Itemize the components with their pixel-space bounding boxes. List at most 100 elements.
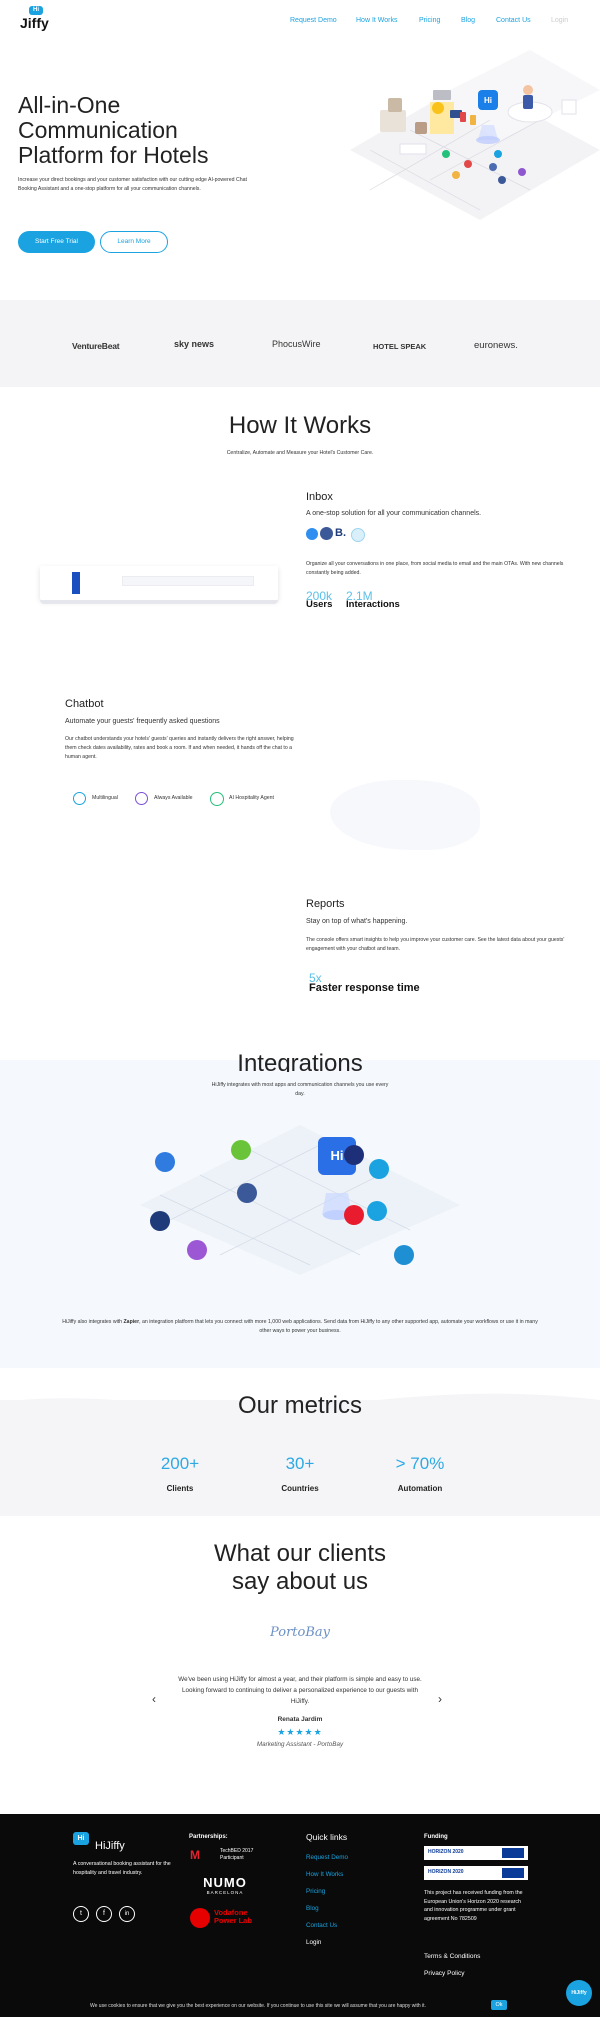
nav-pricing[interactable]: Pricing bbox=[419, 17, 440, 24]
integrations-illustration bbox=[140, 1125, 460, 1275]
chatbot-subtitle: Automate your guests' frequently asked q… bbox=[65, 718, 220, 725]
hero-illustration bbox=[350, 50, 600, 220]
app-sidebar bbox=[72, 572, 80, 594]
eu-flag-icon bbox=[502, 1848, 524, 1858]
linkedin-icon[interactable]: in bbox=[119, 1906, 135, 1922]
chat-icon bbox=[351, 528, 365, 542]
logo-badge: Hi bbox=[29, 6, 43, 15]
partner-numo-name: NUMO bbox=[203, 1875, 247, 1890]
partner-techbed: TechBED 2017 Participant bbox=[220, 1848, 253, 1862]
laptop-base bbox=[40, 600, 278, 604]
metric-clients-value: 200+ bbox=[160, 1454, 200, 1473]
integrations-title: Integrations bbox=[237, 1050, 363, 1072]
metric-countries-value: 30+ bbox=[285, 1454, 315, 1473]
funding-title: Funding bbox=[424, 1834, 448, 1840]
testimonials-title-line2: say about us bbox=[231, 1568, 369, 1595]
clock-icon bbox=[135, 792, 148, 805]
inbox-title: Inbox bbox=[306, 491, 333, 503]
client-logo-portobay: PortoBay bbox=[270, 1625, 330, 1640]
nav-request-demo[interactable]: Request Demo bbox=[290, 17, 337, 24]
footer-tagline: A conversational booking assistant for t… bbox=[73, 1861, 171, 1876]
footer-brand-badge: Hi bbox=[73, 1832, 89, 1845]
booking-icon: B. bbox=[335, 527, 346, 539]
how-it-works-title: How It Works bbox=[228, 412, 372, 439]
metric-countries-label: Countries bbox=[281, 1484, 319, 1493]
marriott-logo-icon: M bbox=[190, 1848, 200, 1862]
integrations-hi-badge: Hi bbox=[330, 1148, 344, 1163]
zapier-text-post: , an integration platform that lets you … bbox=[139, 1319, 538, 1334]
inbox-subtitle: A one-stop solution for all your communi… bbox=[306, 510, 482, 517]
hero-description: Increase your direct bookings and your c… bbox=[18, 177, 247, 192]
partner-numo: NUMO BARCELONA bbox=[200, 1875, 250, 1895]
start-free-trial-button[interactable]: Start Free Trial bbox=[18, 231, 95, 253]
footer-link-how-it-works[interactable]: How It Works bbox=[306, 1871, 343, 1878]
footer-link-blog[interactable]: Blog bbox=[306, 1905, 319, 1912]
metric-automation-label: Automation bbox=[397, 1484, 443, 1493]
footer-link-pricing[interactable]: Pricing bbox=[306, 1888, 325, 1895]
metrics-title: Our metrics bbox=[237, 1392, 362, 1419]
funding-logo-2: HORIZON 2020 bbox=[424, 1866, 528, 1880]
nav-how-it-works[interactable]: How It Works bbox=[356, 17, 398, 24]
feature-always-available-label: Always Available bbox=[154, 795, 193, 801]
partner-vodafone-line2: Power Lab bbox=[214, 1916, 252, 1925]
eu-flag-icon-2 bbox=[502, 1868, 524, 1878]
vodafone-logo-icon bbox=[190, 1908, 210, 1928]
chatbot-body: Our chatbot understands your hotels' gue… bbox=[65, 736, 294, 760]
privacy-link[interactable]: Privacy Policy bbox=[424, 1970, 464, 1977]
partner-vodafone: Vodafone Power Lab bbox=[214, 1909, 252, 1925]
testimonials-title: What our clients say about us bbox=[0, 1540, 600, 1596]
chatbot-title: Chatbot bbox=[65, 698, 104, 710]
partner-techbed-line2: Participant bbox=[220, 1855, 244, 1861]
cookie-ok-button[interactable]: Ok bbox=[491, 2000, 507, 2010]
terms-link[interactable]: Terms & Conditions bbox=[424, 1953, 480, 1960]
hero-title-line2: Communication bbox=[18, 117, 178, 143]
partnerships-title: Partnerships: bbox=[189, 1834, 228, 1840]
press-logo-venturebeat: VentureBeat bbox=[72, 341, 120, 351]
reports-title: Reports bbox=[306, 898, 345, 910]
chat-widget-button[interactable]: HiJiffy bbox=[566, 1980, 592, 2006]
nav-login[interactable]: Login bbox=[551, 17, 568, 24]
quick-links-title: Quick links bbox=[306, 1832, 348, 1842]
inbox-stat-interactions-label: Interactions bbox=[346, 599, 400, 610]
hero-hi-badge: Hi bbox=[484, 96, 492, 105]
nav-blog[interactable]: Blog bbox=[461, 17, 475, 24]
press-logo-phocuswire: PhocusWire bbox=[272, 339, 321, 349]
feature-multilingual-label: Multilingual bbox=[92, 795, 118, 801]
funding-logo-1-text: HORIZON 2020 bbox=[428, 1849, 464, 1855]
channel-icons: B. bbox=[306, 527, 366, 542]
facebook-footer-icon[interactable]: f bbox=[96, 1906, 112, 1922]
testimonial-role: Marketing Assistant - PortoBay bbox=[256, 1741, 344, 1748]
twitter-icon[interactable]: t bbox=[73, 1906, 89, 1922]
cookie-text: We use cookies to ensure that we give yo… bbox=[90, 2003, 426, 2009]
zapier-text: HiJiffy also integrates with Zapier, an … bbox=[60, 1318, 540, 1336]
messenger-icon bbox=[306, 528, 318, 540]
press-logo-hotel-speak: HOTEL SPEAK bbox=[373, 342, 427, 351]
chatbot-decor-shape bbox=[330, 780, 480, 850]
footer-link-request-demo[interactable]: Request Demo bbox=[306, 1854, 348, 1861]
testimonials-title-line1: What our clients bbox=[213, 1540, 387, 1567]
ai-agent-icon bbox=[210, 792, 224, 806]
footer-link-login[interactable]: Login bbox=[306, 1939, 321, 1946]
globe-icon bbox=[73, 792, 86, 805]
partner-techbed-line1: TechBED 2017 bbox=[220, 1848, 254, 1854]
testimonial-author: Renata Jardim bbox=[277, 1716, 323, 1723]
integrations-subtitle: HiJiffy integrates with most apps and co… bbox=[211, 1082, 389, 1097]
zapier-text-pre: HiJiffy also integrates with bbox=[62, 1319, 124, 1325]
footer-brand-name: HiJiffy bbox=[95, 1840, 125, 1852]
metric-automation-value: > 70% bbox=[395, 1454, 445, 1473]
reports-body: The console offers smart insights to hel… bbox=[306, 937, 565, 952]
logo[interactable]: Hi Jiffy bbox=[20, 6, 64, 34]
facebook-icon bbox=[320, 527, 333, 540]
carousel-prev-button[interactable]: ‹ bbox=[152, 1692, 156, 1706]
reports-stat-label: Faster response time bbox=[309, 982, 420, 994]
nav-contact-us[interactable]: Contact Us bbox=[496, 17, 531, 24]
press-logo-sky-news: sky news bbox=[174, 339, 215, 349]
conversation-bar bbox=[122, 576, 254, 586]
hero-title: All-in-One Communication Platform for Ho… bbox=[18, 93, 278, 168]
footer-link-contact-us[interactable]: Contact Us bbox=[306, 1922, 337, 1929]
feature-ai-hospitality-agent-label: AI Hospitality Agent bbox=[229, 795, 274, 801]
learn-more-button[interactable]: Learn More bbox=[100, 231, 168, 253]
carousel-next-button[interactable]: › bbox=[438, 1692, 442, 1706]
inbox-mockup bbox=[40, 566, 278, 606]
hero-title-line3: Platform for Hotels bbox=[18, 142, 209, 168]
